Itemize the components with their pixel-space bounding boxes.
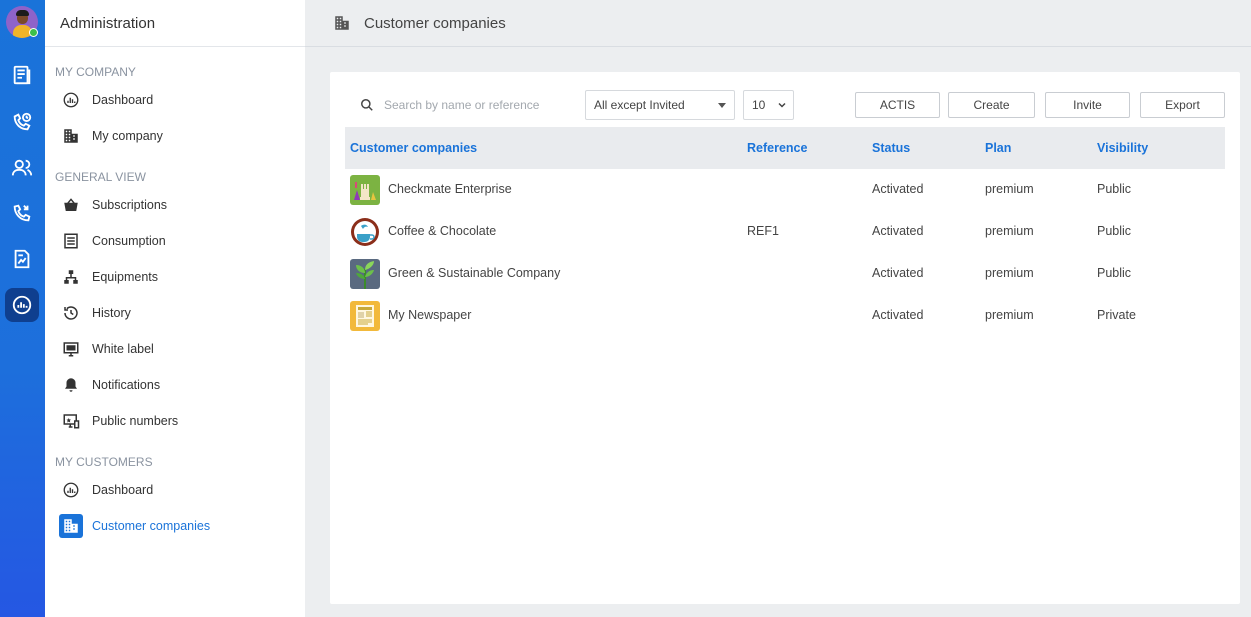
company-reference: REF1: [747, 224, 779, 238]
table-row[interactable]: Coffee & Chocolate REF1 Activated premiu…: [345, 211, 1225, 253]
company-status: Activated: [872, 182, 924, 196]
invite-button[interactable]: Invite: [1045, 92, 1130, 118]
report-icon[interactable]: [10, 247, 34, 271]
coffee-logo: [350, 217, 380, 247]
company-plan: premium: [985, 266, 1034, 280]
column-header-reference[interactable]: Reference: [747, 141, 807, 155]
table-row[interactable]: Green & Sustainable Company Activated pr…: [345, 253, 1225, 295]
bell-icon: [61, 375, 81, 395]
company-name[interactable]: Coffee & Chocolate: [388, 224, 496, 238]
sidebar-item-label: Dashboard: [92, 483, 154, 497]
page-size-select[interactable]: 10: [743, 90, 794, 120]
building-icon: [59, 514, 83, 538]
company-plan: premium: [985, 182, 1034, 196]
section-label-my-company: MY COMPANY: [55, 65, 136, 79]
sidebar: Administration MY COMPANY Dashboard My c…: [45, 0, 305, 617]
sidebar-item-customers-dashboard[interactable]: Dashboard: [61, 478, 153, 502]
company-plan: premium: [985, 308, 1034, 322]
chess-logo: [350, 175, 380, 205]
export-button[interactable]: Export: [1140, 92, 1225, 118]
online-status-icon: [29, 28, 38, 37]
phone-transfer-icon[interactable]: [10, 201, 34, 225]
sidebar-item-label: Consumption: [92, 234, 166, 248]
company-plan: premium: [985, 224, 1034, 238]
monitor-icon: [61, 339, 81, 359]
newspaper-logo: [350, 301, 380, 331]
dashboard-gauge-icon: [61, 90, 81, 110]
company-visibility: Public: [1097, 266, 1132, 280]
create-button[interactable]: Create: [948, 92, 1035, 118]
sidebar-item-label: History: [92, 306, 131, 320]
company-name[interactable]: Green & Sustainable Company: [388, 266, 560, 280]
company-name[interactable]: My Newspaper: [388, 308, 471, 322]
sidebar-item-label: White label: [92, 342, 154, 356]
company-status: Activated: [872, 224, 924, 238]
sidebar-item-label: Public numbers: [92, 414, 179, 428]
directory-icon[interactable]: [10, 63, 34, 87]
administration-icon[interactable]: [10, 293, 34, 317]
sidebar-item-label: Dashboard: [92, 93, 154, 107]
page-size-value: 10: [752, 98, 766, 112]
column-header-status[interactable]: Status: [872, 141, 910, 155]
sidebar-item-label: Notifications: [92, 378, 161, 392]
sidebar-item-equipments[interactable]: Equipments: [61, 265, 158, 289]
search-box[interactable]: [350, 90, 570, 120]
status-filter-value: All except Invited: [594, 98, 685, 112]
company-visibility: Public: [1097, 182, 1132, 196]
sidebar-title: Administration: [45, 0, 305, 47]
sidebar-item-public-numbers[interactable]: Public numbers: [61, 409, 178, 433]
sidebar-item-my-company-dashboard[interactable]: Dashboard: [61, 88, 153, 112]
search-icon: [361, 99, 373, 111]
page-header: Customer companies: [305, 0, 1251, 47]
sidebar-item-label: Subscriptions: [92, 198, 168, 212]
hierarchy-icon: [61, 267, 81, 287]
app-rail: [0, 0, 45, 617]
content-card: All except Invited 10 ACTIS Create Invit…: [330, 72, 1240, 604]
caret-down-icon: [718, 103, 726, 108]
column-header-plan[interactable]: Plan: [985, 141, 1011, 155]
section-label-my-customers: MY CUSTOMERS: [55, 455, 153, 469]
sidebar-item-history[interactable]: History: [61, 301, 131, 325]
company-status: Activated: [872, 266, 924, 280]
actis-button[interactable]: ACTIS: [855, 92, 940, 118]
sidebar-item-my-company[interactable]: My company: [61, 124, 163, 148]
column-header-visibility[interactable]: Visibility: [1097, 141, 1148, 155]
basket-icon: [61, 195, 81, 215]
company-name[interactable]: Checkmate Enterprise: [388, 182, 512, 196]
company-visibility: Public: [1097, 224, 1132, 238]
table-row[interactable]: Checkmate Enterprise Activated premium P…: [345, 169, 1225, 211]
table-row[interactable]: My Newspaper Activated premium Private: [345, 295, 1225, 337]
building-icon: [335, 16, 349, 30]
search-input[interactable]: [384, 98, 564, 112]
history-icon: [61, 303, 81, 323]
sidebar-item-label: Equipments: [92, 270, 159, 284]
calls-icon[interactable]: [10, 110, 34, 134]
chevron-down-icon: [778, 102, 786, 108]
company-status: Activated: [872, 308, 924, 322]
section-label-general-view: GENERAL VIEW: [55, 170, 146, 184]
public-numbers-icon: [61, 411, 81, 431]
sidebar-item-label: Customer companies: [92, 519, 211, 533]
sidebar-item-subscriptions[interactable]: Subscriptions: [61, 193, 167, 217]
column-header-name[interactable]: Customer companies: [350, 141, 477, 155]
dashboard-gauge-icon: [61, 480, 81, 500]
sidebar-item-notifications[interactable]: Notifications: [61, 373, 160, 397]
building-icon: [61, 126, 81, 146]
table-header: Customer companies Reference Status Plan…: [345, 127, 1225, 169]
page-title: Customer companies: [364, 15, 506, 32]
plant-logo: [350, 259, 380, 289]
company-visibility: Private: [1097, 308, 1136, 322]
receipt-icon: [61, 231, 81, 251]
sidebar-item-white-label[interactable]: White label: [61, 337, 154, 361]
sidebar-item-consumption[interactable]: Consumption: [61, 229, 166, 253]
users-icon[interactable]: [10, 156, 34, 180]
sidebar-item-customer-companies[interactable]: Customer companies: [59, 514, 211, 538]
sidebar-item-label: My company: [92, 129, 163, 143]
status-filter-select[interactable]: All except Invited: [585, 90, 735, 120]
